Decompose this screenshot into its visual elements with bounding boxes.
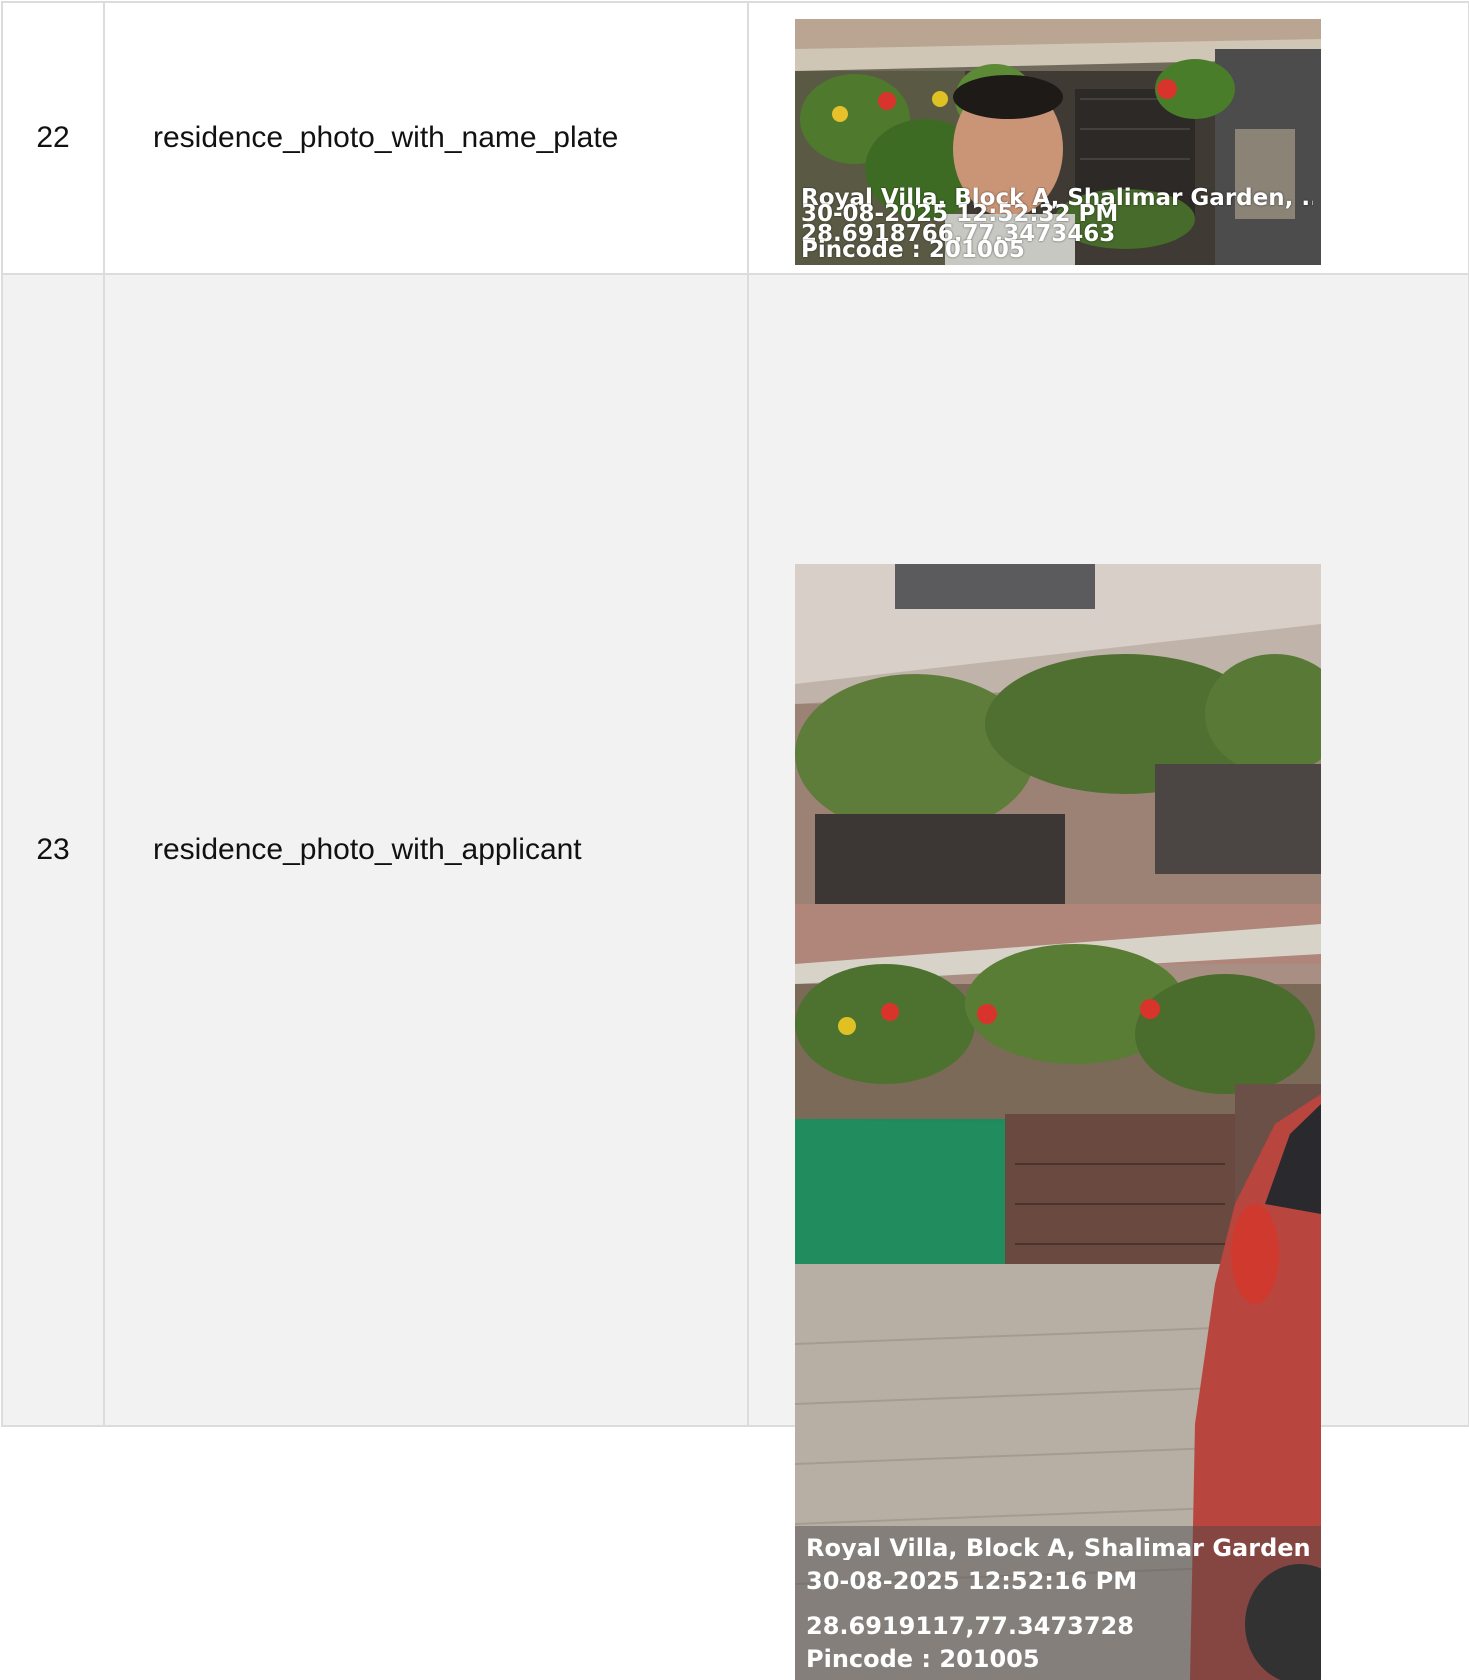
- row-number: 23: [1, 273, 105, 1427]
- residence-photo-applicant[interactable]: Royal Villa, Block A, Shalimar Garden, .…: [795, 564, 1321, 1680]
- photo-image: [795, 564, 1321, 1680]
- photo-label: residence_photo_with_applicant: [103, 273, 749, 1427]
- geotag-address: Royal Villa, Block A, Shalimar Garden, .…: [806, 1536, 1312, 1560]
- table-row: 22 residence_photo_with_name_plate Royal…: [1, 1, 1469, 275]
- photo-cell: Royal Villa, Block A, Shalimar Garden, .…: [747, 273, 1469, 1680]
- photo-geotag-overlay: Royal Villa, Block A, Shalimar Garden, .…: [795, 183, 1321, 265]
- photo-cell: Royal Villa, Block A, Shalimar Garden, .…: [747, 1, 1469, 275]
- geotag-pincode: Pincode : 201005: [806, 1647, 1040, 1671]
- row-number: 22: [1, 1, 105, 275]
- geotag-pincode: Pincode : 201005: [801, 239, 1025, 262]
- photo-table: 22 residence_photo_with_name_plate Royal…: [1, 1, 1469, 1680]
- photo-label: residence_photo_with_name_plate: [103, 1, 749, 275]
- table-row: 23 residence_photo_with_applicant Royal …: [1, 273, 1469, 1680]
- geotag-coordinates: 28.6919117,77.3473728: [806, 1614, 1134, 1638]
- residence-photo-name-plate[interactable]: Royal Villa, Block A, Shalimar Garden, .…: [795, 19, 1321, 265]
- geotag-datetime: 30-08-2025 12:52:16 PM: [806, 1569, 1138, 1593]
- photo-geotag-overlay: Royal Villa, Block A, Shalimar Garden, .…: [795, 1526, 1321, 1680]
